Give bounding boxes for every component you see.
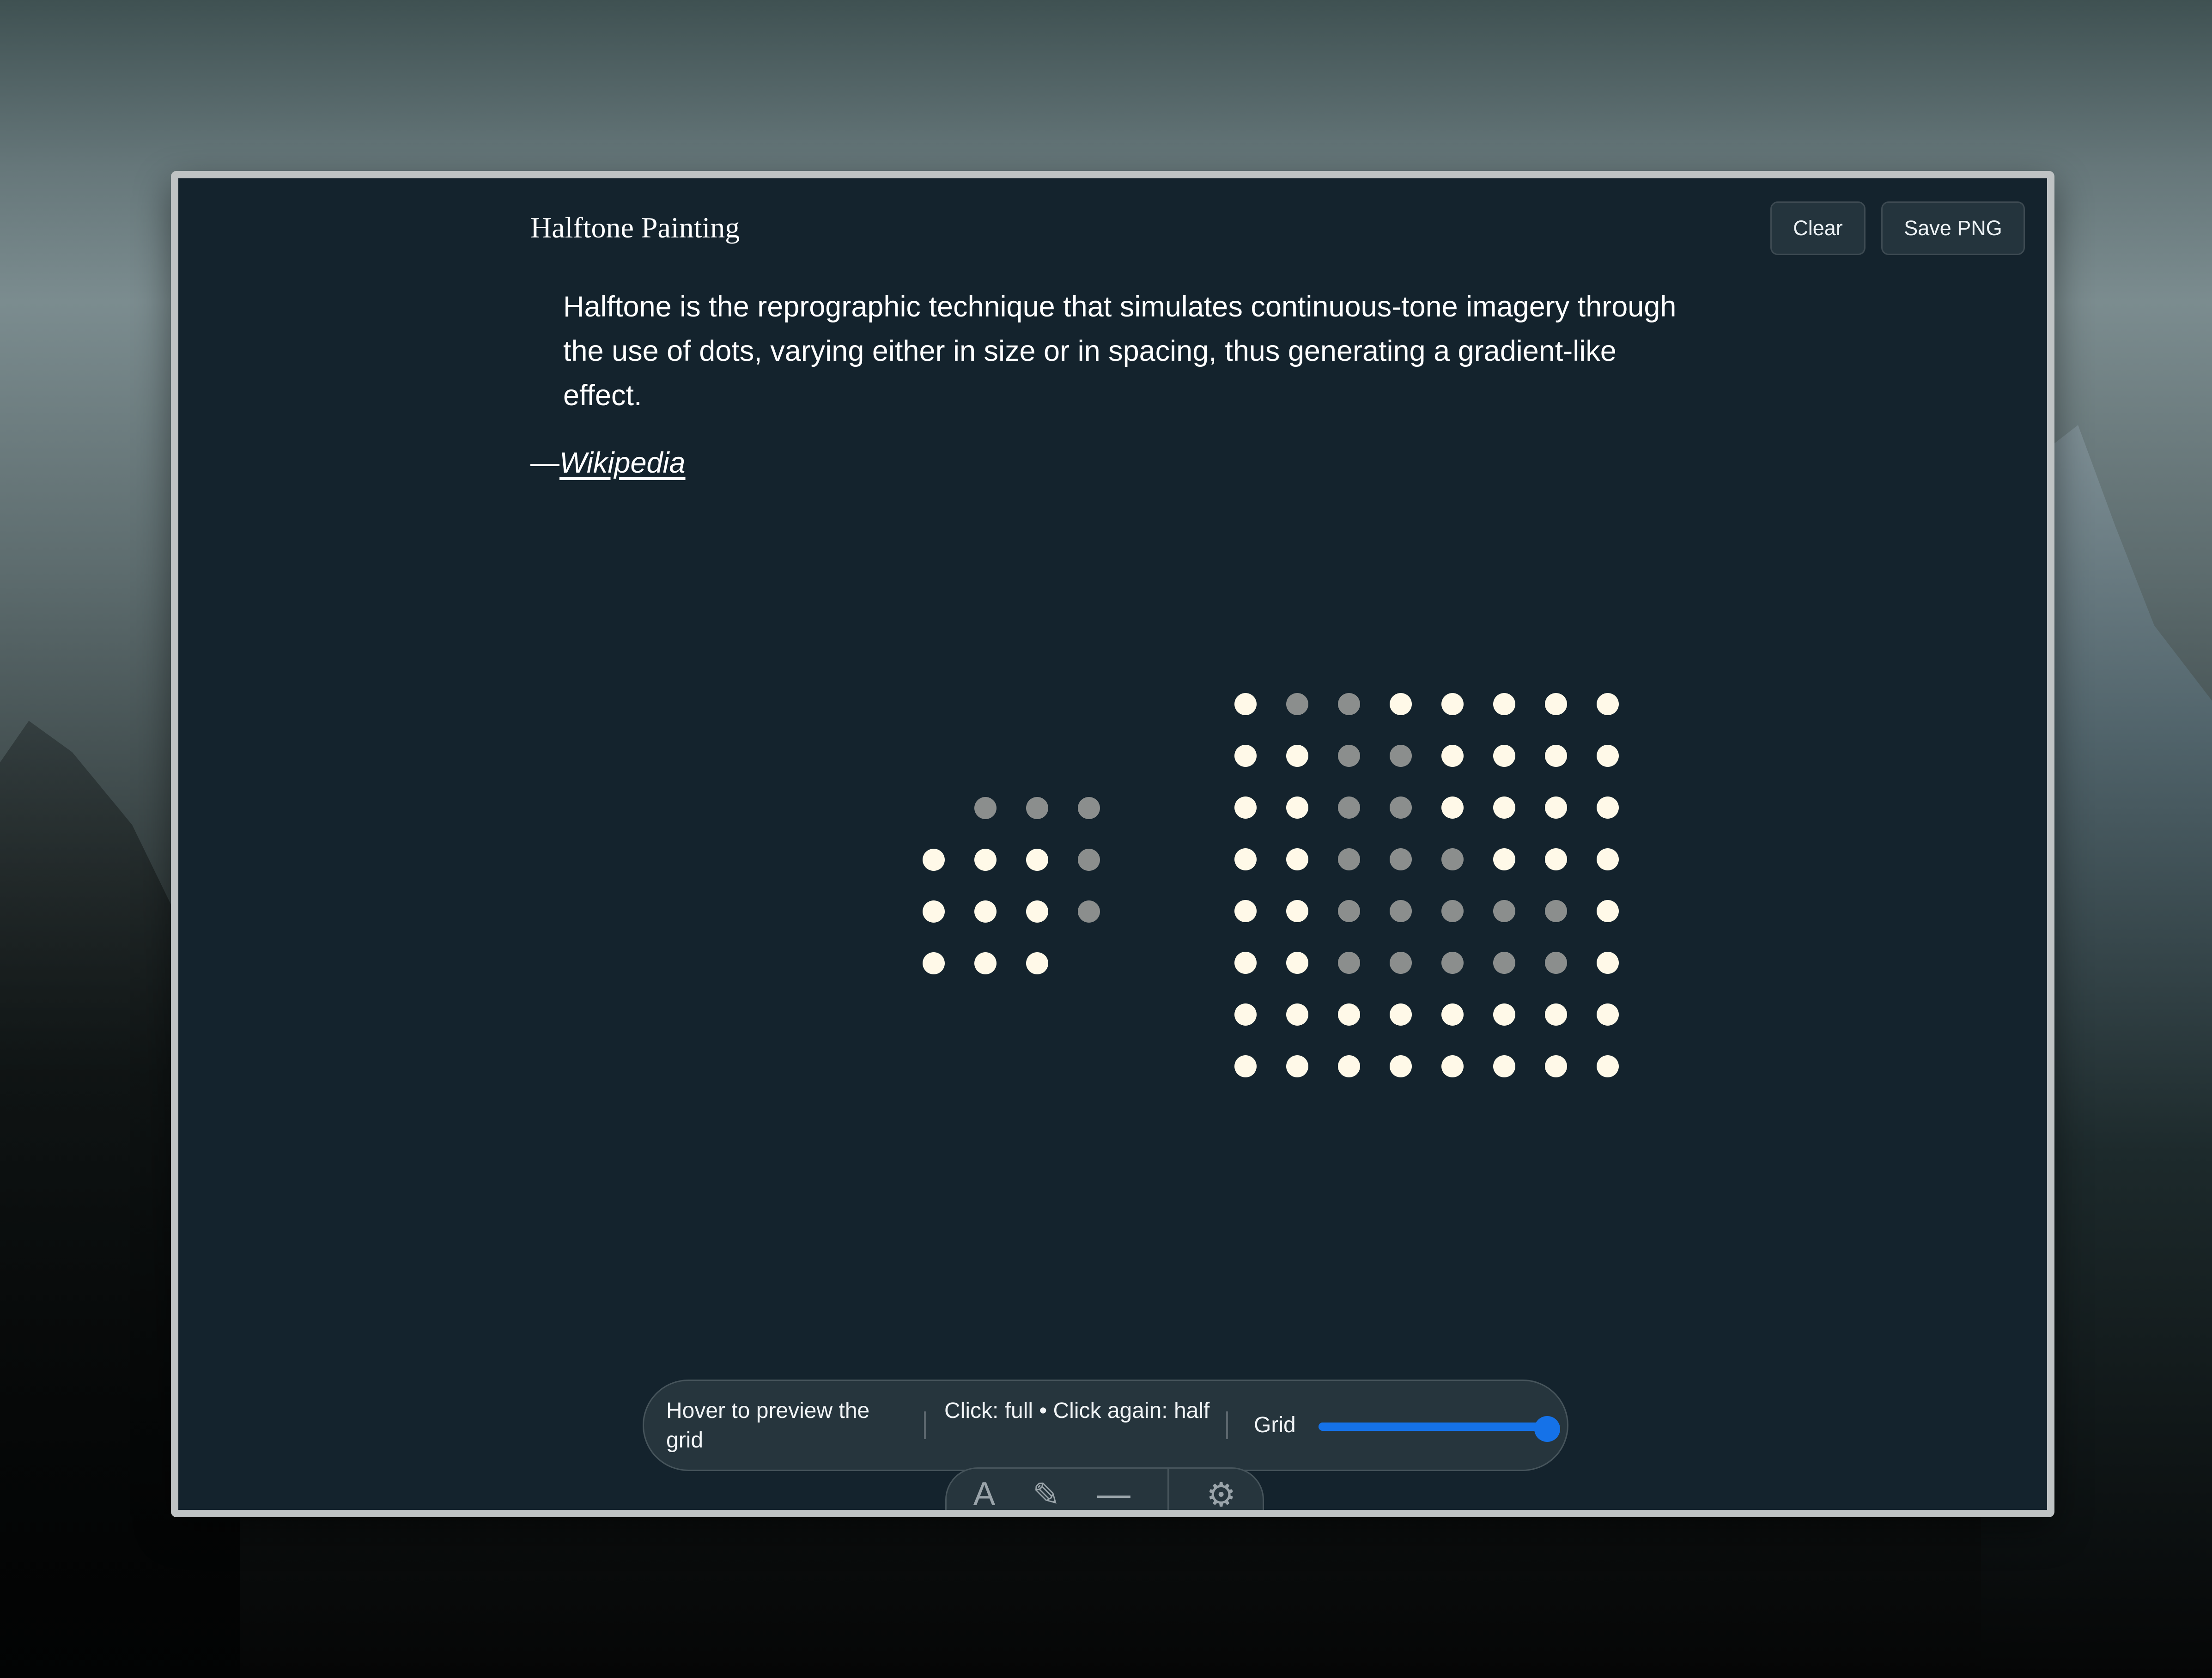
large-grid-dot-full[interactable] [1234,796,1257,819]
large-grid-dot-full[interactable] [1441,796,1464,819]
large-grid-dot-half[interactable] [1286,693,1308,715]
large-grid-dot-full[interactable] [1441,1003,1464,1026]
large-grid-dot-full[interactable] [1234,693,1257,715]
settings-icon[interactable]: ⚙ [1206,1469,1236,1510]
large-grid-dot-full[interactable] [1286,796,1308,819]
small-grid-dot-full[interactable] [923,849,945,871]
large-grid-dot-full[interactable] [1390,693,1412,715]
large-grid-dot-full[interactable] [1545,745,1567,767]
tool-dock: A ✎ — ⚙ [945,1467,1264,1510]
large-grid-dot-half[interactable] [1390,900,1412,922]
large-grid-dot-half[interactable] [1441,952,1464,974]
slider-fill [1319,1423,1547,1431]
large-grid-dot-half[interactable] [1493,952,1515,974]
large-grid-dot-half[interactable] [1338,900,1360,922]
large-grid-dot-half[interactable] [1338,693,1360,715]
large-grid-dot-full[interactable] [1493,796,1515,819]
large-grid-dot-full[interactable] [1597,745,1619,767]
hud-divider [924,1411,926,1439]
large-grid-dot-full[interactable] [1545,796,1567,819]
large-grid-dot-half[interactable] [1545,900,1567,922]
control-hud: Hover to preview the grid Click: full • … [643,1380,1568,1471]
hover-hint: Hover to preview the grid [666,1398,870,1453]
slider-thumb[interactable] [1534,1416,1560,1442]
halftone-canvas[interactable] [178,178,2047,1510]
line-tool-icon[interactable]: — [1097,1469,1130,1510]
small-grid-dot-full[interactable] [974,849,997,871]
large-grid-dot-half[interactable] [1390,745,1412,767]
large-grid-dot-half[interactable] [1545,952,1567,974]
dock-divider [1167,1469,1169,1510]
brush-tool-icon[interactable]: ✎ [1033,1469,1060,1510]
large-grid-dot-full[interactable] [1545,693,1567,715]
large-grid-dot-full[interactable] [1234,952,1257,974]
large-grid-dot-full[interactable] [1493,1003,1515,1026]
large-grid-dot-half[interactable] [1493,900,1515,922]
large-grid-dot-full[interactable] [1545,1055,1567,1077]
large-grid-dot-full[interactable] [1390,1055,1412,1077]
small-grid-dot-full[interactable] [1026,952,1048,974]
large-grid-dot-full[interactable] [1597,693,1619,715]
large-grid-dot-full[interactable] [1286,952,1308,974]
large-grid-dot-full[interactable] [1597,952,1619,974]
large-grid-dot-full[interactable] [1234,848,1257,870]
small-grid-dot-half[interactable] [1078,849,1100,871]
large-grid-dot-full[interactable] [1286,900,1308,922]
large-grid-dot-full[interactable] [1390,1003,1412,1026]
app-window: Halftone Painting Clear Save PNG Halfton… [171,171,2054,1517]
large-grid-dot-full[interactable] [1545,1003,1567,1026]
large-grid-dot-full[interactable] [1441,745,1464,767]
grid-slider[interactable] [1319,1416,1560,1442]
large-grid-dot-half[interactable] [1338,745,1360,767]
large-grid-dot-full[interactable] [1234,1003,1257,1026]
large-grid-dot-full[interactable] [1234,900,1257,922]
text-tool-icon[interactable]: A [973,1469,996,1510]
large-grid-dot-full[interactable] [1234,745,1257,767]
large-grid-dot-full[interactable] [1286,848,1308,870]
large-grid-dot-full[interactable] [1597,900,1619,922]
large-grid-dot-half[interactable] [1338,952,1360,974]
large-grid-dot-half[interactable] [1441,848,1464,870]
small-grid-dot-full[interactable] [1026,849,1048,871]
large-grid-dot-half[interactable] [1390,952,1412,974]
click-hint: Click: full • Click again: half [944,1398,1210,1423]
large-grid-dot-full[interactable] [1493,848,1515,870]
small-grid-dot-full[interactable] [923,900,945,923]
large-grid-dot-full[interactable] [1286,745,1308,767]
hud-divider [1226,1411,1228,1439]
large-grid-dot-full[interactable] [1545,848,1567,870]
large-grid-dot-full[interactable] [1597,848,1619,870]
large-grid-dot-full[interactable] [1493,745,1515,767]
large-grid-dot-half[interactable] [1441,900,1464,922]
large-grid-dot-full[interactable] [1441,693,1464,715]
grid-label: Grid [1254,1413,1296,1437]
large-grid-dot-full[interactable] [1597,1003,1619,1026]
large-grid-dot-full[interactable] [1597,796,1619,819]
large-grid-dot-full[interactable] [1597,1055,1619,1077]
small-grid-dot-full[interactable] [1026,900,1048,923]
large-grid-dot-full[interactable] [1493,693,1515,715]
small-grid-dot-half[interactable] [1026,797,1048,819]
small-grid-dot-half[interactable] [974,797,997,819]
large-grid-dot-full[interactable] [1338,1055,1360,1077]
large-grid-dot-full[interactable] [1441,1055,1464,1077]
large-grid-dot-full[interactable] [1286,1003,1308,1026]
large-grid-dot-full[interactable] [1493,1055,1515,1077]
small-grid-dot-full[interactable] [974,952,997,974]
large-grid-dot-full[interactable] [1338,1003,1360,1026]
small-grid-dot-full[interactable] [923,952,945,974]
large-grid-dot-half[interactable] [1390,796,1412,819]
small-grid-dot-half[interactable] [1078,900,1100,923]
large-grid-dot-full[interactable] [1234,1055,1257,1077]
large-grid-dot-full[interactable] [1286,1055,1308,1077]
small-grid-dot-full[interactable] [974,900,997,923]
large-grid-dot-half[interactable] [1338,796,1360,819]
large-grid-dot-half[interactable] [1338,848,1360,870]
small-grid-dot-half[interactable] [1078,797,1100,819]
large-grid-dot-half[interactable] [1390,848,1412,870]
